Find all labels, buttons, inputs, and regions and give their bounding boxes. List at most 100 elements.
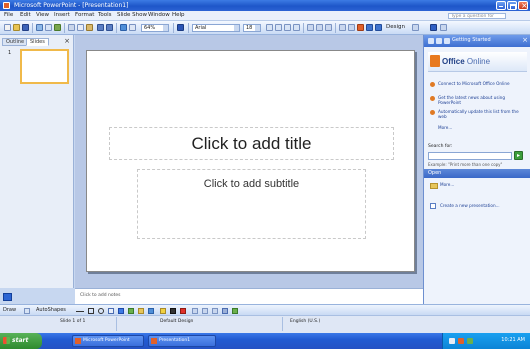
dash-style-icon[interactable] [202, 308, 208, 314]
menu-help[interactable]: Help [172, 12, 185, 18]
design-button[interactable]: Design [386, 24, 405, 30]
view-mode-icon[interactable] [3, 293, 12, 301]
taskbar-item-presentation[interactable]: Presentation1 [148, 335, 216, 347]
separator [173, 23, 174, 33]
tab-slides[interactable]: Slides [26, 38, 49, 46]
help-icon[interactable] [177, 24, 184, 31]
keyboard-icon[interactable] [449, 338, 455, 344]
line-style-icon[interactable] [192, 308, 198, 314]
menu-insert[interactable]: Insert [54, 12, 70, 18]
security-icon[interactable] [458, 338, 464, 344]
menu-window[interactable]: Window [148, 12, 170, 18]
help-search-box[interactable]: Type a question for help [448, 13, 506, 19]
wordart-icon[interactable] [118, 308, 124, 314]
link-connect-online[interactable]: Connect to Microsoft Office Online [438, 81, 524, 86]
preview-icon[interactable] [45, 24, 52, 31]
menu-tools[interactable]: Tools [98, 12, 112, 18]
open-more-link[interactable]: More... [440, 182, 454, 187]
home-icon[interactable] [444, 38, 450, 44]
close-button[interactable] [518, 1, 528, 10]
line-color-icon[interactable] [170, 308, 176, 314]
undo-icon[interactable] [97, 24, 104, 31]
menu-slide-show[interactable]: Slide Show [117, 12, 147, 18]
task-pane-title[interactable]: Getting Started [452, 37, 491, 43]
bullets-icon[interactable] [348, 24, 355, 31]
search-input[interactable] [428, 152, 512, 160]
slide-canvas[interactable]: Click to add title Click to add subtitle [86, 50, 415, 272]
forward-icon[interactable] [436, 38, 442, 44]
autoshapes-menu[interactable]: AutoShapes [36, 307, 66, 313]
cut-icon[interactable] [68, 24, 75, 31]
title-placeholder[interactable]: Click to add title [109, 127, 394, 160]
fill-color-icon[interactable] [160, 308, 166, 314]
increase-font-icon[interactable] [366, 24, 373, 31]
align-right-icon[interactable] [325, 24, 332, 31]
redo-icon[interactable] [106, 24, 113, 31]
clipart-icon[interactable] [138, 308, 144, 314]
new-slide-icon[interactable] [412, 24, 419, 31]
chart-icon[interactable] [120, 24, 127, 31]
toolbar-options-icon[interactable] [440, 24, 447, 31]
3d-style-icon[interactable] [232, 308, 238, 314]
rectangle-icon[interactable] [88, 308, 94, 314]
menu-file[interactable]: File [4, 12, 13, 18]
underline-icon[interactable] [284, 24, 291, 31]
table-icon[interactable] [129, 24, 136, 31]
link-latest-news[interactable]: Get the latest news about using PowerPoi… [438, 95, 524, 105]
network-icon[interactable] [467, 338, 473, 344]
search-go-button[interactable]: ▸ [514, 151, 523, 160]
minimize-button[interactable] [496, 1, 506, 10]
tab-outline[interactable]: Outline [2, 38, 29, 46]
bold-icon[interactable] [266, 24, 273, 31]
menu-format[interactable]: Format [75, 12, 94, 18]
align-center-icon[interactable] [316, 24, 323, 31]
notes-pane[interactable]: Click to add notes [75, 288, 423, 304]
font-color-icon[interactable] [357, 24, 364, 31]
start-button[interactable]: start [0, 333, 42, 349]
new-icon[interactable] [4, 24, 11, 31]
line-icon[interactable] [76, 308, 84, 312]
status-bar: Slide 1 of 1 Default Design English (U.S… [0, 315, 530, 333]
numbering-icon[interactable] [339, 24, 346, 31]
zoom-combo[interactable]: 64% [141, 24, 169, 32]
copy-icon[interactable] [77, 24, 84, 31]
separator [116, 23, 117, 33]
font-combo[interactable]: Arial [192, 24, 240, 32]
save-icon[interactable] [22, 24, 29, 31]
textbox-icon[interactable] [108, 308, 114, 314]
link-auto-update[interactable]: Automatically update this list from the … [438, 109, 524, 119]
align-left-icon[interactable] [307, 24, 314, 31]
subtitle-placeholder[interactable]: Click to add subtitle [137, 169, 366, 239]
shadow-icon[interactable] [293, 24, 300, 31]
arrow-style-icon[interactable] [212, 308, 218, 314]
close-icon[interactable]: × [64, 38, 70, 45]
draw-menu[interactable]: Draw [3, 307, 16, 313]
italic-icon[interactable] [275, 24, 282, 31]
decrease-font-icon[interactable] [375, 24, 382, 31]
link-more[interactable]: More... [438, 125, 524, 130]
back-icon[interactable] [428, 38, 434, 44]
paste-icon[interactable] [86, 24, 93, 31]
chevron-down-icon [163, 25, 168, 31]
select-pointer-icon[interactable] [24, 308, 30, 314]
slide-thumbnail[interactable] [20, 49, 69, 84]
shadow-style-icon[interactable] [222, 308, 228, 314]
oval-icon[interactable] [98, 308, 104, 314]
maximize-button[interactable] [507, 1, 517, 10]
office-logo-icon [430, 55, 440, 67]
create-new-presentation-link[interactable]: Create a new presentation... [440, 203, 500, 208]
spelling-icon[interactable] [54, 24, 61, 31]
font-size-combo[interactable]: 18 [243, 24, 261, 32]
diagram-icon[interactable] [128, 308, 134, 314]
slide-edit-area: Click to add title Click to add subtitle [75, 35, 423, 288]
print-icon[interactable] [36, 24, 43, 31]
open-icon[interactable] [13, 24, 20, 31]
office-online-logo: Office Online [428, 52, 527, 72]
menu-edit[interactable]: Edit [20, 12, 31, 18]
picture-icon[interactable] [148, 308, 154, 314]
font-color-icon[interactable] [180, 308, 186, 314]
taskbar-item-powerpoint[interactable]: Microsoft PowerPoint [72, 335, 144, 347]
menu-view[interactable]: View [36, 12, 49, 18]
close-icon[interactable]: × [522, 36, 528, 44]
layout-icon[interactable] [430, 24, 437, 31]
